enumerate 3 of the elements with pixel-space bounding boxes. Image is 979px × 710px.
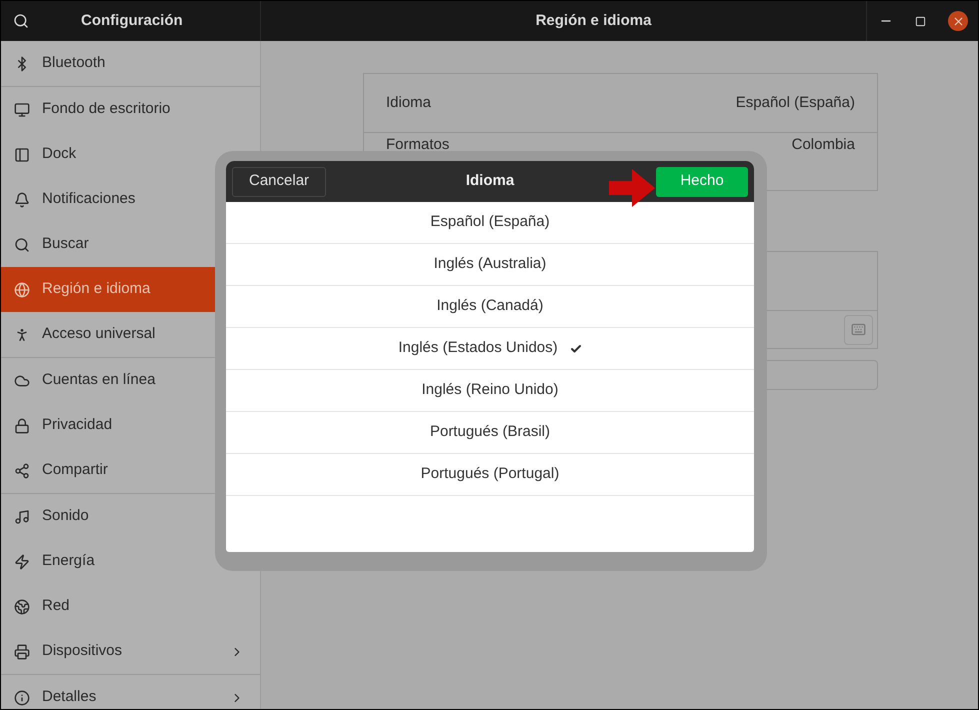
sidebar-title: Configuración xyxy=(81,10,183,31)
window-title: Región e idioma xyxy=(536,10,652,31)
dialog-title: Idioma xyxy=(466,171,514,192)
